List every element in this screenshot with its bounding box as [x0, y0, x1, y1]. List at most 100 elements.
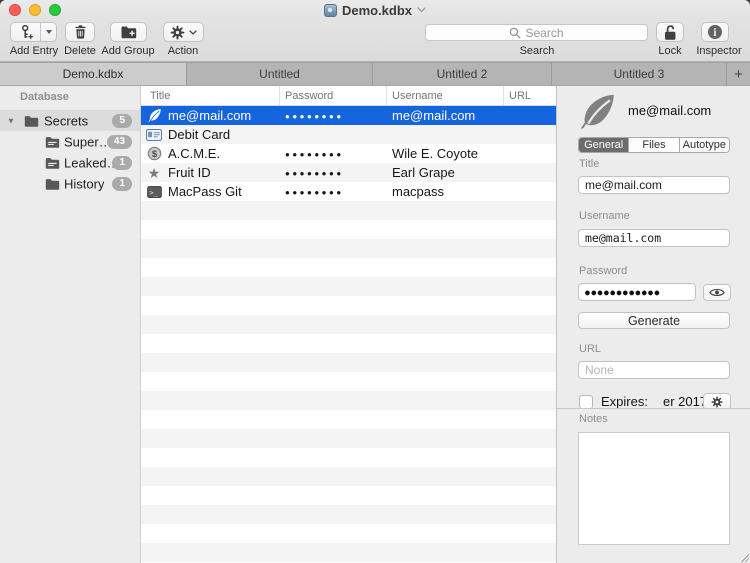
quill-icon [146, 108, 162, 124]
card-icon [146, 127, 162, 143]
folder-plus-icon [120, 25, 138, 40]
disclosure-triangle-icon[interactable]: ▼ [7, 116, 15, 125]
document-tab-untitled-2[interactable]: Untitled 2 [373, 63, 552, 85]
entry-row-fruit-id[interactable]: ★ Fruit ID ●●●●●●●● Earl Grape [141, 163, 556, 182]
title-field[interactable] [578, 176, 730, 194]
column-header-url[interactable]: URL [504, 86, 556, 105]
eye-icon [709, 287, 725, 298]
entry-title: Fruit ID [168, 165, 211, 180]
smart-folder-icon [45, 136, 60, 148]
entry-row-me-mail-com[interactable]: me@mail.com ●●●●●●●● me@mail.com [141, 106, 556, 125]
dollar-icon: $ [146, 146, 162, 162]
empty-row [141, 429, 556, 448]
svg-text:$: $ [151, 149, 157, 159]
username-field[interactable] [578, 229, 730, 247]
entry-table: Title Password Username URL me@mail.com ●●●●… [140, 86, 556, 563]
sidebar-group-history[interactable]: History 1 [0, 173, 140, 194]
title-chevron-down-icon[interactable] [417, 7, 426, 13]
add-group-button[interactable] [110, 22, 147, 42]
sidebar: Database ▼ Secrets 5 Super… 43 Leaked… 1 Histor… [0, 86, 140, 563]
inspector-tab-files[interactable]: Files [629, 138, 680, 152]
expires-checkbox[interactable] [579, 395, 593, 408]
reveal-password-button[interactable] [703, 284, 731, 301]
column-header-title[interactable]: Title [141, 86, 280, 105]
sidebar-header: Database [20, 91, 69, 103]
inspector-tab-general[interactable]: General [579, 138, 630, 152]
add-entry-button[interactable] [10, 22, 57, 42]
empty-row [141, 220, 556, 239]
title-field-label: Title [579, 158, 600, 170]
gear-icon [170, 25, 185, 40]
sidebar-group-leaked[interactable]: Leaked… 1 [0, 152, 140, 173]
inspector-panel: me@mail.com GeneralFilesAutotype Title U… [556, 86, 750, 563]
macpass-window: Demo.kdbx Add Entry Delete Add Group Act… [0, 0, 750, 563]
key-plus-icon[interactable] [11, 23, 40, 41]
entry-title: me@mail.com [168, 108, 252, 123]
generate-password-button[interactable]: Generate [578, 312, 730, 329]
delete-button[interactable] [65, 22, 95, 42]
notes-textarea[interactable] [578, 432, 730, 545]
expires-settings-button[interactable] [703, 393, 731, 408]
empty-row [141, 353, 556, 372]
search-placeholder: Search [525, 25, 564, 40]
entry-count-badge: 1 [112, 176, 132, 191]
title-bar: Demo.kdbx [0, 0, 750, 20]
toolbar: Add Entry Delete Add Group Action Search [0, 20, 750, 62]
entry-count-badge: 1 [112, 155, 132, 170]
document-tab-demo-kdbx[interactable]: Demo.kdbx [0, 63, 187, 85]
url-field[interactable] [578, 361, 730, 379]
sidebar-group-secrets[interactable]: ▼ Secrets 5 [0, 110, 140, 131]
window-title: Demo.kdbx [341, 2, 413, 18]
empty-row [141, 296, 556, 315]
quill-icon [577, 92, 617, 132]
column-header-username[interactable]: Username [387, 86, 504, 105]
inspector-button[interactable]: i [701, 22, 729, 42]
entry-password-dots: ●●●●●●●● [285, 187, 344, 197]
svg-text:>_: >_ [149, 188, 158, 196]
column-header-password[interactable]: Password [280, 86, 387, 105]
expires-date-value: er 2017 [663, 394, 708, 408]
delete-label: Delete [64, 45, 96, 57]
new-tab-button[interactable]: + [727, 63, 750, 85]
lock-button[interactable] [656, 22, 684, 42]
empty-row [141, 201, 556, 220]
folder-icon [45, 178, 60, 190]
inspector-tab-autotype[interactable]: Autotype [680, 138, 729, 152]
empty-row [141, 524, 556, 543]
sidebar-group-label: Secrets [44, 113, 89, 128]
entry-username: me@mail.com [392, 108, 476, 123]
expires-label: Expires: [601, 394, 648, 408]
entry-row-debit-card[interactable]: Debit Card [141, 125, 556, 144]
inspector-entry-title: me@mail.com [628, 103, 712, 118]
window-resize-grip[interactable] [741, 554, 749, 562]
trash-icon [73, 24, 88, 40]
entry-username: macpass [392, 184, 445, 199]
inspector-divider [557, 408, 750, 409]
sidebar-group-super[interactable]: Super… 43 [0, 131, 140, 152]
add-entry-dropdown-arrow-icon[interactable] [41, 23, 56, 41]
inspector-segmented-control: General Files Autotype [578, 137, 730, 153]
entry-username: Wile E. Coyote [392, 146, 478, 161]
entry-count-badge: 5 [112, 113, 132, 128]
empty-row [141, 239, 556, 258]
entry-password-dots: ●●●●●●●● [285, 111, 344, 121]
entry-password-dots: ●●●●●●●● [285, 149, 344, 159]
inspector-general-form: Title Username Password Generate URL Exp… [557, 152, 750, 408]
document-proxy-icon[interactable] [323, 3, 337, 17]
info-icon: i [707, 24, 723, 40]
password-field[interactable] [578, 283, 696, 301]
empty-row [141, 372, 556, 391]
document-tab-untitled-3[interactable]: Untitled 3 [552, 63, 727, 85]
entry-row-a-c-m-e-[interactable]: $ A.C.M.E. ●●●●●●●● Wile E. Coyote [141, 144, 556, 163]
entry-title: MacPass Git [168, 184, 242, 199]
lock-open-icon [662, 24, 678, 41]
entry-title: Debit Card [168, 127, 231, 142]
document-tab-untitled[interactable]: Untitled [187, 63, 373, 85]
empty-row [141, 315, 556, 334]
empty-row [141, 543, 556, 562]
search-input[interactable]: Search [425, 24, 648, 41]
entry-row-macpass-git[interactable]: >_ MacPass Git ●●●●●●●● macpass [141, 182, 556, 201]
table-header: Title Password Username URL [141, 86, 556, 106]
action-button[interactable] [163, 22, 204, 42]
entry-password-dots: ●●●●●●●● [285, 168, 344, 178]
